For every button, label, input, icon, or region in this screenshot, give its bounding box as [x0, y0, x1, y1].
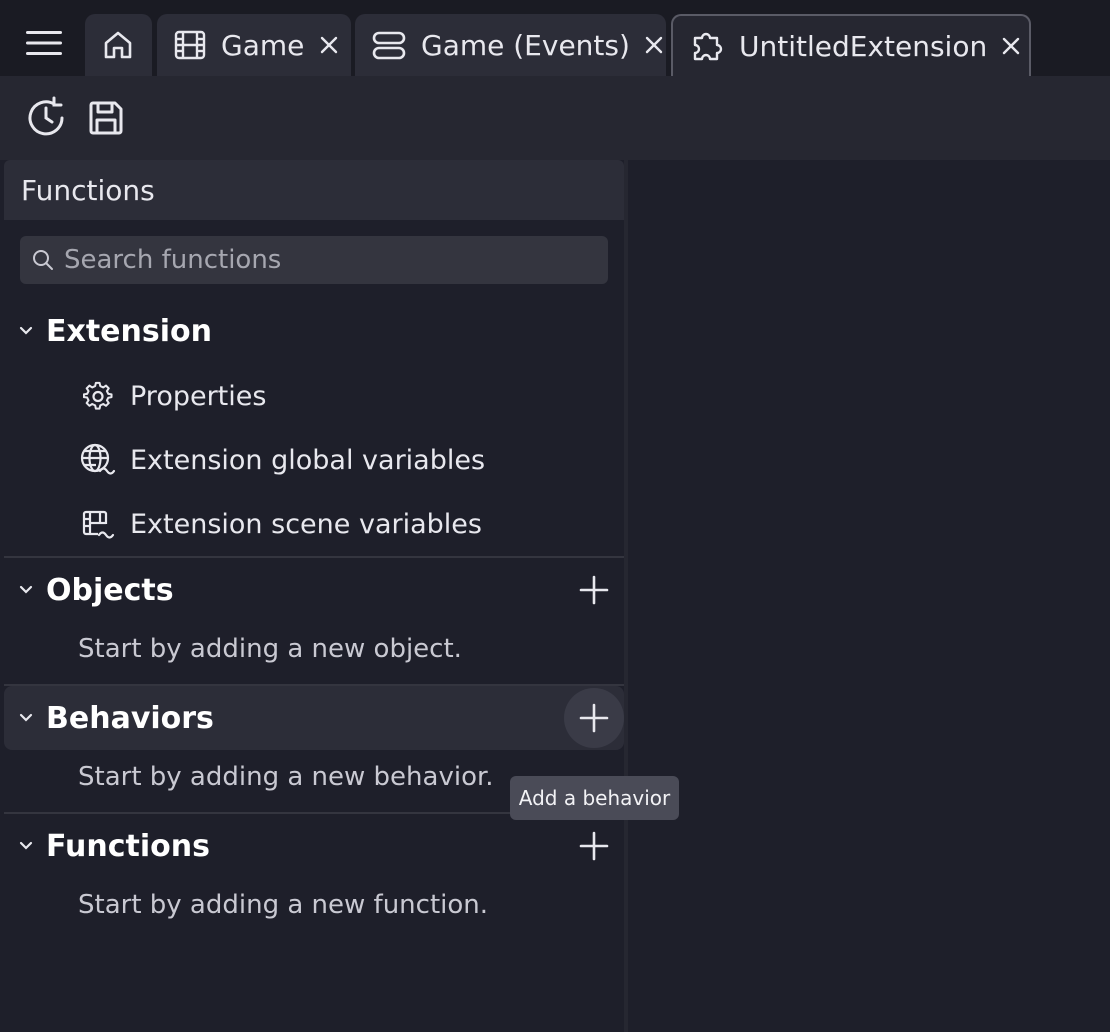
tab-bar: Game Game (Events) UntitledExtension: [0, 0, 1110, 76]
chevron-down-icon: [16, 708, 36, 728]
hamburger-icon: [26, 31, 62, 55]
chevron-down-icon: [16, 836, 36, 856]
tab-game-events-label: Game (Events): [421, 28, 630, 62]
functions-empty-text: Start by adding a new function.: [78, 890, 489, 920]
section-title: Behaviors: [46, 700, 214, 736]
save-button[interactable]: [82, 94, 130, 142]
tab-untitled-extension-label: UntitledExtension: [739, 29, 988, 63]
search-box[interactable]: [20, 236, 608, 284]
close-icon[interactable]: [644, 31, 664, 59]
tab-game-label: Game: [221, 28, 305, 62]
add-function-button[interactable]: [564, 816, 624, 876]
item-properties[interactable]: Properties: [78, 370, 618, 422]
editor-area: [628, 160, 1110, 1032]
history-button[interactable]: [22, 94, 70, 142]
tab-untitled-extension[interactable]: UntitledExtension: [671, 14, 1031, 76]
add-object-button[interactable]: [564, 560, 624, 620]
plus-icon: [579, 831, 609, 861]
close-icon[interactable]: [318, 31, 339, 59]
section-title: Objects: [46, 572, 174, 608]
item-label: Properties: [130, 380, 267, 412]
section-behaviors[interactable]: Behaviors: [4, 686, 624, 750]
item-extension-global-variables[interactable]: Extension global variables: [78, 434, 618, 486]
toolbar: [0, 76, 1110, 160]
section-title: Extension: [46, 313, 212, 349]
hamburger-menu-button[interactable]: [22, 26, 66, 60]
section-objects[interactable]: Objects: [4, 558, 624, 622]
search-icon: [33, 250, 53, 270]
section-extension[interactable]: Extension: [4, 299, 624, 363]
plus-icon: [579, 575, 609, 605]
search-input[interactable]: [62, 244, 596, 276]
tab-game[interactable]: Game: [157, 14, 351, 76]
film-icon: [173, 27, 207, 63]
close-icon[interactable]: [1001, 32, 1021, 60]
gear-icon: [78, 376, 118, 416]
item-extension-scene-variables[interactable]: Extension scene variables: [78, 498, 618, 550]
plus-icon: [579, 703, 609, 733]
save-icon: [89, 101, 123, 135]
puzzle-icon: [689, 28, 725, 64]
chevron-down-icon: [16, 580, 36, 600]
tab-home[interactable]: [85, 14, 152, 76]
chevron-down-icon: [16, 321, 36, 341]
home-icon: [100, 27, 136, 63]
behaviors-empty-text: Start by adding a new behavior.: [78, 762, 494, 792]
globe-icon: [78, 440, 118, 480]
functions-panel: Functions Extension Properties: [4, 160, 624, 1032]
item-label: Extension scene variables: [130, 508, 482, 540]
objects-empty-text: Start by adding a new object.: [78, 634, 462, 664]
section-title: Functions: [46, 828, 210, 864]
events-icon: [371, 27, 407, 63]
tab-game-events[interactable]: Game (Events): [355, 14, 666, 76]
scene-variables-icon: [78, 504, 118, 544]
panel-title: Functions: [4, 160, 624, 220]
history-icon: [28, 96, 64, 136]
add-behavior-button[interactable]: [564, 688, 624, 748]
item-label: Extension global variables: [130, 444, 486, 476]
section-functions[interactable]: Functions: [4, 814, 624, 878]
add-behavior-tooltip: Add a behavior: [510, 776, 679, 820]
